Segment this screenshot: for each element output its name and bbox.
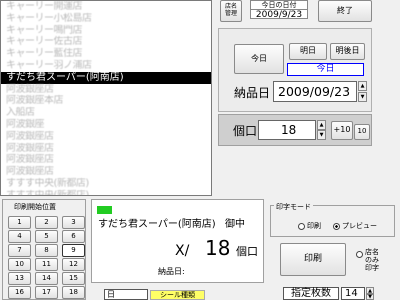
print-position-button-12[interactable]: 12 — [62, 258, 85, 271]
print-position-grid: 1 2 3 4 5 6 7 8 9 10 11 12 13 14 15 16 17 18 — [8, 216, 85, 300]
print-position-button-14[interactable]: 14 — [35, 272, 58, 285]
preview-bottom-field: 日 — [104, 289, 148, 300]
store-list-item[interactable]: 入船店 — [1, 107, 211, 119]
print-position-button-3[interactable]: 3 — [62, 216, 85, 229]
copies-spin-up-icon[interactable]: ▲ — [366, 287, 374, 294]
tomorrow-button[interactable]: 明日 — [289, 43, 327, 60]
store-list-item[interactable]: すすす中央(新都店) — [1, 178, 211, 190]
delivery-date-input[interactable]: 2009/09/23 — [273, 81, 357, 102]
qty-spin-down-icon[interactable]: ▼ — [317, 130, 326, 140]
store-list-item[interactable]: 阿波銀座店 — [1, 154, 211, 166]
preview-unit: 個口 — [236, 245, 258, 258]
store-list-item[interactable]: キャーリー佐古店 — [1, 36, 211, 48]
print-position-button-6[interactable]: 6 — [62, 230, 85, 243]
print-position-button-15[interactable]: 15 — [62, 272, 85, 285]
print-position-button-10[interactable]: 10 — [8, 258, 31, 271]
qty-spin-up-icon[interactable]: ▲ — [317, 120, 326, 130]
day-after-tomorrow-button[interactable]: 明後日 — [330, 43, 365, 60]
today-button[interactable]: 今日 — [234, 44, 284, 74]
store-list-item[interactable]: 阿波銀座本店 — [1, 95, 211, 107]
radio-unchecked-icon[interactable] — [356, 251, 363, 258]
copies-spin-down-icon[interactable]: ▼ — [366, 294, 374, 300]
delivery-date-label: 納品日 — [234, 86, 271, 100]
print-position-button-13[interactable]: 13 — [8, 272, 31, 285]
preview-store-name: すだち君スーパー(阿南店) — [98, 219, 216, 230]
quantity-input[interactable]: 18 — [258, 120, 316, 140]
print-position-button-7[interactable]: 7 — [8, 244, 31, 257]
print-position-button-2[interactable]: 2 — [35, 216, 58, 229]
plus-ten-button[interactable]: +10 — [331, 121, 353, 140]
store-list-item[interactable]: すだち君スーパー(阿南店) — [1, 71, 211, 84]
store-only-print-option[interactable]: 店名 のみ 印字 — [356, 248, 379, 272]
print-position-button-11[interactable]: 11 — [35, 258, 58, 271]
store-list-item[interactable]: キャーリー羽ノ浦店 — [1, 60, 211, 72]
store-list-item[interactable]: 阿波銀座店 — [1, 166, 211, 178]
print-position-button-18[interactable]: 18 — [62, 286, 85, 299]
print-position-button-1[interactable]: 1 — [8, 216, 31, 229]
print-position-button-9[interactable]: 9 — [62, 244, 85, 257]
store-management-button[interactable]: 店名 管理 — [220, 0, 242, 22]
print-start-position-title: 印刷開始位置 — [12, 202, 58, 212]
seal-type-label[interactable]: シール種類 — [150, 290, 205, 300]
store-only-print-label: 店名 のみ 印字 — [365, 248, 379, 272]
today-date-value: 2009/9/23 — [250, 9, 308, 20]
copies-label: 指定枚数 — [283, 287, 339, 300]
store-list[interactable]: キャーリー開運店 キャーリー小松島店 キャーリー鳴門店 キャーリー佐古店 キャーリー藍住… — [0, 0, 212, 196]
store-list-item[interactable]: すすす中央(新都店) — [1, 190, 211, 195]
print-option-label: 印刷 — [307, 222, 321, 230]
preview-delivery-label: 納品日: — [158, 267, 185, 276]
date-spin-up-icon[interactable]: ▲ — [358, 81, 367, 91]
preview-count: 18 — [205, 236, 231, 260]
date-spin-down-icon[interactable]: ▼ — [358, 92, 367, 102]
store-list-item[interactable]: キャーリー藍住店 — [1, 48, 211, 60]
store-list-item[interactable]: 阿波銀座店 — [1, 131, 211, 143]
preview-option[interactable]: プレビュー — [333, 221, 377, 231]
print-position-button-17[interactable]: 17 — [35, 286, 58, 299]
print-option[interactable]: 印刷 — [298, 221, 321, 231]
radio-checked-icon[interactable] — [333, 222, 340, 230]
store-list-item[interactable]: キャーリー小松島店 — [1, 13, 211, 25]
store-list-item[interactable]: 阿波銀座 — [1, 119, 211, 131]
exit-button[interactable]: 終了 — [318, 0, 372, 22]
selected-day-label: 今日 — [287, 63, 364, 76]
preview-honorific: 御中 — [225, 219, 245, 230]
copies-input[interactable]: 14 — [341, 287, 365, 300]
print-position-button-16[interactable]: 16 — [8, 286, 31, 299]
preview-slash: X/ — [175, 243, 190, 259]
store-list-item[interactable]: キャーリー開運店 — [1, 1, 211, 13]
print-position-button-4[interactable]: 4 — [8, 230, 31, 243]
print-position-button-5[interactable]: 5 — [35, 230, 58, 243]
quantity-label: 個口 — [233, 124, 258, 138]
radio-unchecked-icon[interactable] — [298, 222, 305, 230]
ten-button[interactable]: 10 — [354, 124, 370, 140]
print-button[interactable]: 印刷 — [280, 243, 346, 276]
store-list-item[interactable]: 阿波銀座店 — [1, 143, 211, 155]
green-mark — [97, 206, 112, 214]
print-position-button-8[interactable]: 8 — [35, 244, 58, 257]
print-mode-title: 印字モード — [274, 202, 313, 212]
preview-option-label: プレビュー — [342, 222, 377, 230]
store-list-item[interactable]: キャーリー鳴門店 — [1, 25, 211, 37]
store-list-item[interactable]: 阿波銀座店 — [1, 84, 211, 96]
